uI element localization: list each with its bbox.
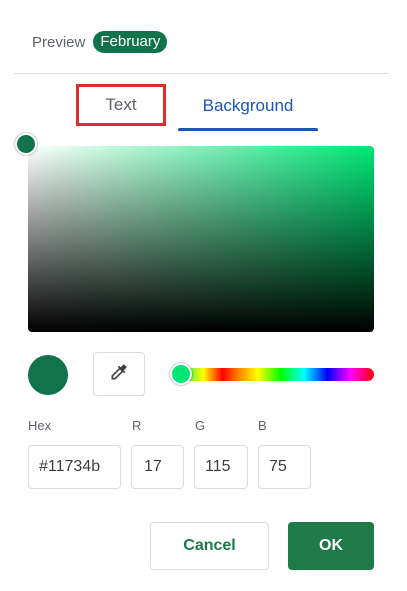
r-label: R [132,418,142,433]
saturation-handle[interactable] [15,133,37,155]
tab-background[interactable]: Background [178,84,318,128]
hue-slider[interactable] [180,368,374,381]
header-divider [14,73,388,74]
eyedropper-button[interactable] [93,352,145,396]
saturation-area[interactable] [28,146,374,332]
hue-slider-handle[interactable] [170,363,192,385]
preview-chip: February [93,31,168,53]
g-field[interactable]: 115 [194,445,248,489]
preview-row: Preview February [32,31,168,53]
r-field[interactable]: 17 [131,445,184,489]
ok-button[interactable]: OK [288,522,374,570]
b-field[interactable]: 75 [258,445,311,489]
preview-label: Preview [32,33,86,51]
b-label: B [258,418,267,433]
eyedropper-icon [109,362,129,387]
cancel-button[interactable]: Cancel [150,522,269,570]
g-label: G [195,418,206,433]
tab-selected-indicator [178,128,318,131]
tab-text[interactable]: Text [76,84,166,126]
current-color-swatch [28,355,68,395]
hex-label: Hex [28,418,52,433]
hex-field[interactable]: #11734b [28,445,121,489]
